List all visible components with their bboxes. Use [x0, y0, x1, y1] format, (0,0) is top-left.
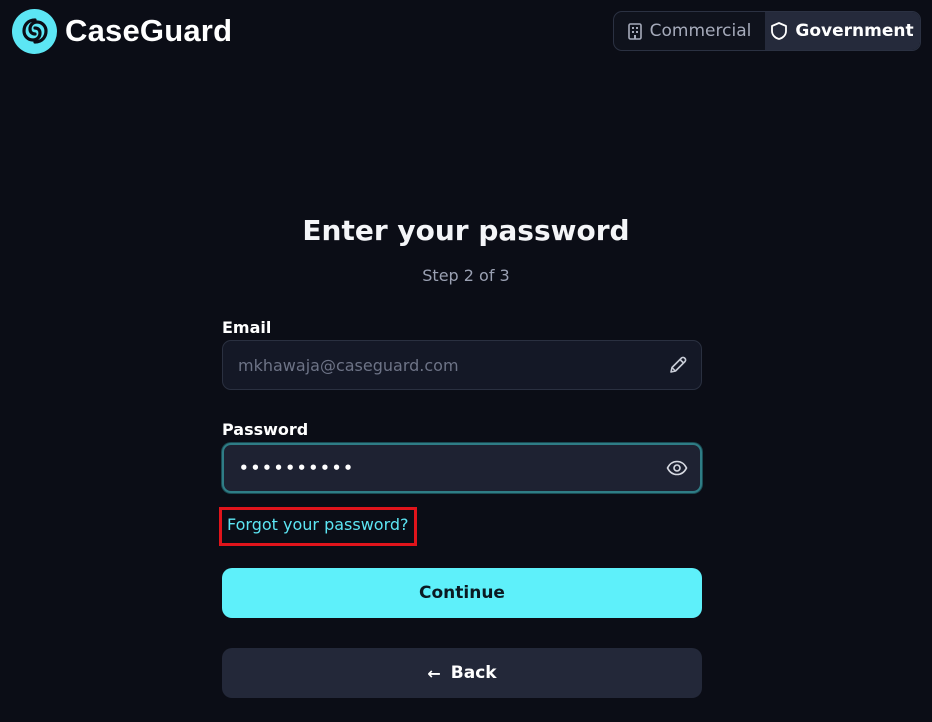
email-field[interactable]: mkhawaja@caseguard.com [222, 340, 702, 390]
continue-button[interactable]: Continue [222, 568, 702, 618]
caseguard-logo-icon [12, 8, 57, 54]
tab-commercial-label: Commercial [649, 21, 752, 41]
tab-government-label: Government [795, 21, 914, 41]
back-button[interactable]: ← Back [222, 648, 702, 698]
continue-button-label: Continue [419, 583, 505, 603]
tab-commercial[interactable]: Commercial [614, 12, 765, 50]
password-value: •••••••••• [239, 459, 355, 477]
step-indicator: Step 2 of 3 [422, 266, 510, 285]
building-icon [627, 22, 642, 40]
top-bar: CaseGuard Commercial Government [0, 0, 932, 64]
page-title: Enter your password [302, 214, 630, 247]
forgot-password-link[interactable]: Forgot your password? [227, 515, 409, 534]
arrow-left-icon: ← [427, 663, 441, 683]
email-label: Email [222, 318, 272, 337]
back-button-label: Back [450, 663, 497, 683]
eye-icon [666, 460, 688, 476]
shield-icon [771, 22, 788, 40]
edit-email-button[interactable] [655, 341, 701, 389]
brand-name: CaseGuard [65, 13, 233, 48]
toggle-password-visibility-button[interactable] [654, 445, 700, 491]
email-value: mkhawaja@caseguard.com [238, 355, 459, 375]
password-label: Password [222, 420, 309, 439]
pencil-icon [670, 356, 687, 373]
brand-logo[interactable]: CaseGuard [12, 8, 232, 54]
tab-government[interactable]: Government [765, 12, 920, 50]
sector-switch: Commercial Government [613, 11, 921, 51]
password-field[interactable]: •••••••••• [222, 443, 702, 493]
